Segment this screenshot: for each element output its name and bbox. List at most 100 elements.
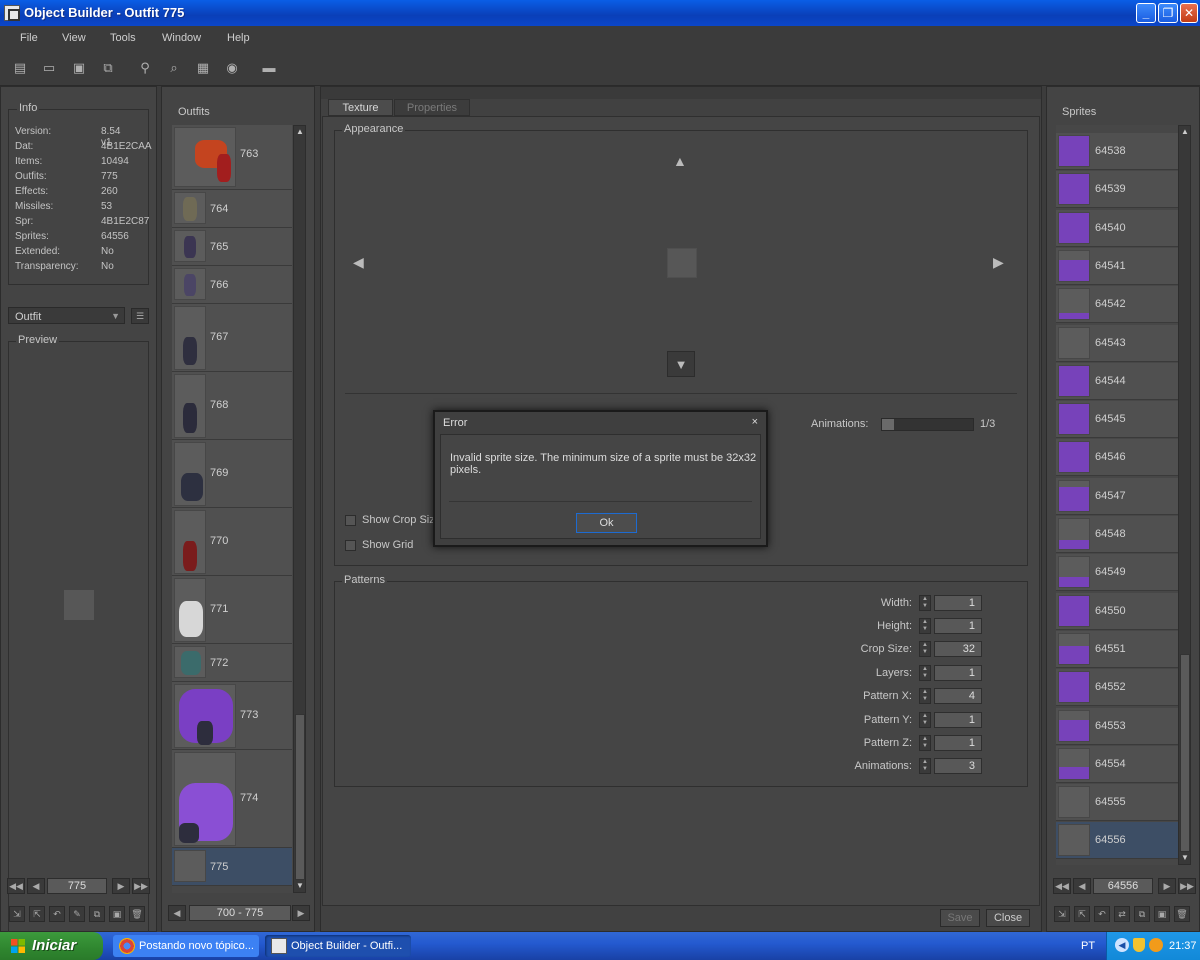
expand-tray-icon[interactable]: ◀ bbox=[1115, 938, 1129, 952]
list-item[interactable]: 64542 bbox=[1056, 286, 1178, 324]
list-item[interactable]: 766 bbox=[172, 266, 292, 304]
dialog-close-icon[interactable]: × bbox=[752, 416, 758, 428]
list-item[interactable]: 64552 bbox=[1056, 669, 1178, 707]
close-window-button[interactable]: ✕ bbox=[1180, 3, 1198, 23]
delete-icon[interactable]: 🗑 bbox=[1174, 906, 1190, 922]
pattern-z-field[interactable]: 1 bbox=[934, 735, 982, 751]
edit-icon[interactable]: ✎ bbox=[69, 906, 85, 922]
last-page-icon[interactable]: ▶▶ bbox=[1178, 878, 1196, 894]
outfit-scrollbar[interactable]: ▲ ▼ bbox=[293, 125, 306, 893]
pattern-x-field[interactable]: 4 bbox=[934, 688, 982, 704]
show-grid-checkbox[interactable] bbox=[345, 540, 356, 551]
menu-window[interactable]: Window bbox=[162, 32, 201, 44]
save-as-icon[interactable]: ⧉ bbox=[100, 60, 116, 76]
task-object-builder[interactable]: Object Builder - Outfi... bbox=[265, 935, 411, 957]
list-item[interactable]: 64556 bbox=[1056, 822, 1178, 860]
undo-icon[interactable]: ↶ bbox=[1094, 906, 1110, 922]
list-item[interactable]: 764 bbox=[172, 190, 292, 228]
list-item[interactable]: 64539 bbox=[1056, 171, 1178, 209]
list-item[interactable]: 64546 bbox=[1056, 439, 1178, 477]
arrow-left-icon[interactable]: ◀ bbox=[353, 254, 364, 271]
new-file-icon[interactable]: ▤ bbox=[12, 60, 28, 76]
start-button[interactable]: Iniciar bbox=[0, 932, 103, 960]
scroll-thumb[interactable] bbox=[1180, 654, 1190, 852]
ok-button[interactable]: Ok bbox=[576, 513, 637, 533]
restore-button[interactable]: ❐ bbox=[1158, 3, 1178, 23]
list-item[interactable]: 64547 bbox=[1056, 477, 1178, 515]
scroll-up-icon[interactable]: ▲ bbox=[294, 126, 306, 138]
list-item[interactable]: 64538 bbox=[1056, 133, 1178, 170]
duplicate-icon[interactable]: ⧉ bbox=[89, 906, 105, 922]
next-icon[interactable]: ▶ bbox=[112, 878, 130, 894]
security-shield-icon[interactable] bbox=[1133, 938, 1145, 952]
save-icon[interactable]: ▣ bbox=[71, 60, 87, 76]
save-button[interactable]: Save bbox=[940, 909, 980, 927]
list-item[interactable]: 64550 bbox=[1056, 592, 1178, 630]
crop-size-field[interactable]: 32 bbox=[934, 641, 982, 657]
import-icon[interactable]: ⇲ bbox=[9, 906, 25, 922]
list-item[interactable]: 769 bbox=[172, 440, 292, 508]
pattern-z-stepper[interactable]: ▲ ▼ bbox=[919, 735, 931, 751]
export-sprite-icon[interactable]: ⇱ bbox=[1074, 906, 1090, 922]
sprite-id-field[interactable]: 64556 bbox=[1093, 878, 1153, 894]
height-stepper[interactable]: ▲ ▼ bbox=[919, 618, 931, 634]
task-browser[interactable]: Postando novo tópico... bbox=[113, 935, 259, 957]
height-field[interactable]: 1 bbox=[934, 618, 982, 634]
list-item[interactable]: 64545 bbox=[1056, 401, 1178, 439]
animations-field[interactable]: 3 bbox=[934, 758, 982, 774]
layers-stepper[interactable]: ▲ ▼ bbox=[919, 665, 931, 681]
list-item[interactable]: 64555 bbox=[1056, 784, 1178, 822]
minimize-button[interactable]: _ bbox=[1136, 3, 1156, 23]
export-icon[interactable]: ⇱ bbox=[29, 906, 45, 922]
arrow-down-icon[interactable]: ▼ bbox=[667, 351, 695, 377]
list-item[interactable]: 64549 bbox=[1056, 554, 1178, 592]
menu-view[interactable]: View bbox=[62, 32, 86, 44]
list-item[interactable]: 765 bbox=[172, 228, 292, 266]
first-page-icon[interactable]: ◀◀ bbox=[1053, 878, 1071, 894]
menu-help[interactable]: Help bbox=[227, 32, 250, 44]
pattern-y-field[interactable]: 1 bbox=[934, 712, 982, 728]
animation-slider[interactable] bbox=[881, 418, 974, 431]
list-item[interactable]: 770 bbox=[172, 508, 292, 576]
list-item[interactable]: 775 bbox=[172, 848, 292, 886]
width-stepper[interactable]: ▲ ▼ bbox=[919, 595, 931, 611]
crop-size-stepper[interactable]: ▲ ▼ bbox=[919, 641, 931, 657]
list-item[interactable]: 767 bbox=[172, 304, 292, 372]
pattern-y-stepper[interactable]: ▲ ▼ bbox=[919, 712, 931, 728]
pattern-x-stepper[interactable]: ▲ ▼ bbox=[919, 688, 931, 704]
duplicate-icon[interactable]: ⧉ bbox=[1134, 906, 1150, 922]
category-select[interactable]: Outfit ▼ bbox=[8, 307, 125, 324]
animations-stepper[interactable]: ▲ ▼ bbox=[919, 758, 931, 774]
delete-icon[interactable]: 🗑 bbox=[129, 906, 145, 922]
scroll-up-icon[interactable]: ▲ bbox=[1179, 126, 1191, 138]
slider-handle[interactable] bbox=[882, 419, 894, 430]
undo-icon[interactable]: ↶ bbox=[49, 906, 65, 922]
new-item-icon[interactable]: ▣ bbox=[109, 906, 125, 922]
list-item[interactable]: 768 bbox=[172, 372, 292, 440]
list-item[interactable]: 772 bbox=[172, 644, 292, 682]
list-item[interactable]: 771 bbox=[172, 576, 292, 644]
arrow-right-icon[interactable]: ▶ bbox=[993, 254, 1004, 271]
last-page-icon[interactable]: ▶▶ bbox=[132, 878, 150, 894]
log-window-icon[interactable]: ▬ bbox=[261, 60, 277, 76]
prev-icon[interactable]: ◀ bbox=[1073, 878, 1091, 894]
sprite-scrollbar[interactable]: ▲ ▼ bbox=[1178, 125, 1191, 865]
update-icon[interactable] bbox=[1149, 938, 1163, 952]
list-item[interactable]: 64554 bbox=[1056, 745, 1178, 783]
menu-file[interactable]: File bbox=[20, 32, 38, 44]
outfit-id-field[interactable]: 775 bbox=[47, 878, 107, 894]
prev-page-icon[interactable]: ◀ bbox=[168, 905, 186, 921]
search-icon[interactable]: ⌕ bbox=[166, 60, 182, 76]
list-item[interactable]: 763 bbox=[172, 125, 292, 190]
list-item[interactable]: 64548 bbox=[1056, 516, 1178, 553]
scroll-thumb[interactable] bbox=[295, 714, 305, 880]
next-icon[interactable]: ▶ bbox=[1158, 878, 1176, 894]
open-folder-icon[interactable]: ▭ bbox=[41, 60, 57, 76]
tab-texture[interactable]: Texture bbox=[328, 99, 393, 116]
menu-tools[interactable]: Tools bbox=[110, 32, 136, 44]
close-button[interactable]: Close bbox=[986, 909, 1030, 927]
list-item[interactable]: 64553 bbox=[1056, 707, 1178, 745]
list-item[interactable]: 64551 bbox=[1056, 630, 1178, 668]
prev-icon[interactable]: ◀ bbox=[27, 878, 45, 894]
next-page-icon[interactable]: ▶ bbox=[292, 905, 310, 921]
